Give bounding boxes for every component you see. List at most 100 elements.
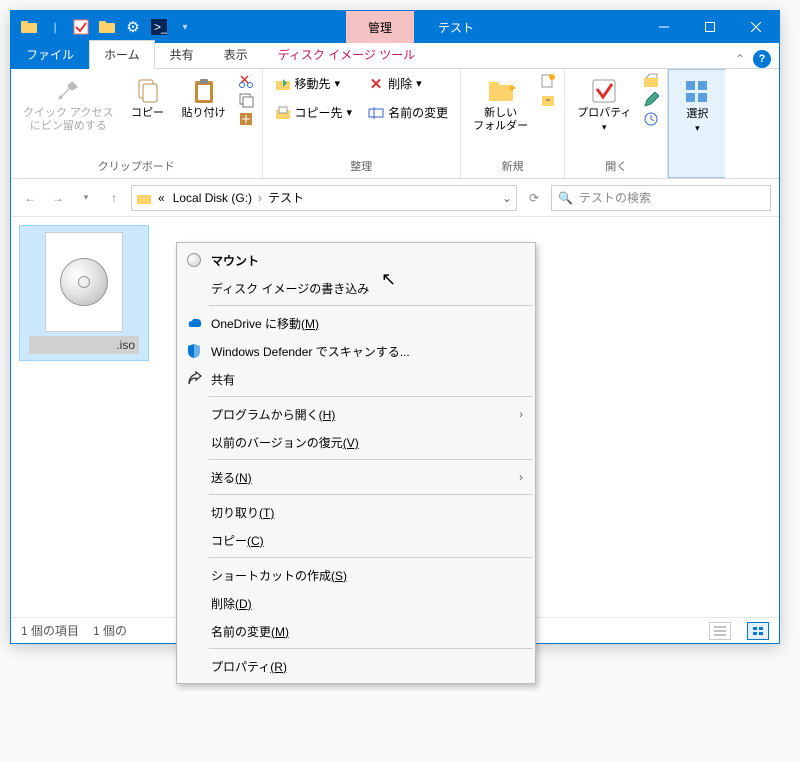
crumb-disk[interactable]: Local Disk (G:) xyxy=(171,191,254,205)
pin-button[interactable]: クイック アクセス にピン留めする xyxy=(19,73,118,137)
rename-icon xyxy=(368,105,384,121)
collapse-ribbon-icon[interactable]: ⌃ xyxy=(735,52,745,66)
quick-access-toolbar: | ⚙ >_ ▾ xyxy=(11,17,203,37)
cm-burn[interactable]: ディスク イメージの書き込み xyxy=(177,274,535,302)
address-dropdown-icon[interactable]: ⌄ xyxy=(502,191,512,205)
checkbox-icon[interactable] xyxy=(71,17,91,37)
minimize-button[interactable] xyxy=(641,11,687,43)
folder-icon xyxy=(19,17,39,37)
chevron-right-icon: › xyxy=(519,407,523,421)
open-icon[interactable] xyxy=(643,73,659,89)
file-item[interactable]: .iso xyxy=(19,225,149,361)
rename-button[interactable]: 名前の変更 xyxy=(364,102,452,123)
refresh-button[interactable]: ⟳ xyxy=(523,187,545,209)
context-menu: マウント ディスク イメージの書き込み OneDrive に移動(M) Wind… xyxy=(176,242,536,684)
cm-share[interactable]: 共有 xyxy=(177,365,535,393)
file-name: .iso xyxy=(29,336,139,354)
tab-share[interactable]: 共有 xyxy=(155,40,209,69)
status-selected: 1 個の xyxy=(93,622,127,639)
delete-button[interactable]: ✕削除 ▾ xyxy=(364,73,452,94)
file-list[interactable]: .iso マウント ディスク イメージの書き込み OneDrive に移動(M)… xyxy=(11,217,779,617)
cut-icon[interactable] xyxy=(238,73,254,89)
copy-path-icon[interactable] xyxy=(238,92,254,108)
group-label: 開く xyxy=(573,156,659,176)
ribbon-tabs: ファイル ホーム 共有 表示 ディスク イメージ ツール ⌃ ? xyxy=(11,43,779,69)
properties-button[interactable]: プロパティ ▾ xyxy=(573,73,635,137)
window-title: テスト xyxy=(414,19,498,36)
copy-button[interactable]: コピー xyxy=(126,73,170,124)
tab-disk-image-tools[interactable]: ディスク イメージ ツール xyxy=(263,40,431,69)
search-box[interactable]: 🔍 テストの検索 xyxy=(551,185,771,211)
address-box[interactable]: « Local Disk (G:) › テスト ⌄ xyxy=(131,185,517,211)
moveto-icon xyxy=(275,76,291,92)
up-button[interactable]: ↑ xyxy=(103,187,125,209)
properties-icon xyxy=(590,77,618,105)
qat-dropdown-icon[interactable]: ▾ xyxy=(175,17,195,37)
moveto-button[interactable]: 移動先 ▾ xyxy=(271,73,357,94)
recent-dropdown[interactable]: ▾ xyxy=(75,187,97,209)
new-folder-icon xyxy=(487,77,515,105)
group-label: 整理 xyxy=(271,156,453,176)
copyto-icon xyxy=(275,105,291,121)
cm-rename[interactable]: 名前の変更(M) xyxy=(177,617,535,645)
share-icon xyxy=(185,370,203,388)
cm-defender[interactable]: Windows Defender でスキャンする... xyxy=(177,337,535,365)
status-count: 1 個の項目 xyxy=(21,622,79,639)
paste-button[interactable]: 貼り付け xyxy=(178,73,230,124)
details-view-button[interactable] xyxy=(709,622,731,640)
select-button[interactable]: 選択 ▾ xyxy=(675,74,719,138)
cm-cut[interactable]: 切り取り(T) xyxy=(177,498,535,526)
copyto-button[interactable]: コピー先 ▾ xyxy=(271,102,357,123)
address-bar: ← → ▾ ↑ « Local Disk (G:) › テスト ⌄ ⟳ 🔍 テス… xyxy=(11,179,779,217)
disc-icon xyxy=(185,251,203,269)
history-icon[interactable] xyxy=(643,111,659,127)
iso-file-icon xyxy=(45,232,123,332)
new-folder-button[interactable]: 新しい フォルダー xyxy=(469,73,532,137)
context-tab-header: 管理 xyxy=(346,11,414,43)
cm-onedrive[interactable]: OneDrive に移動(M) xyxy=(177,309,535,337)
easy-access-icon[interactable] xyxy=(540,92,556,108)
cm-mount[interactable]: マウント xyxy=(177,246,535,274)
paste-shortcut-icon[interactable] xyxy=(238,111,254,127)
cm-delete[interactable]: 削除(D) xyxy=(177,589,535,617)
folder-icon[interactable] xyxy=(97,17,117,37)
cm-properties[interactable]: プロパティ(R) xyxy=(177,652,535,680)
help-icon[interactable]: ? xyxy=(753,50,771,68)
group-organize: 移動先 ▾ コピー先 ▾ ✕削除 ▾ 名前の変更 整理 xyxy=(263,69,462,178)
group-label: 新規 xyxy=(469,156,556,176)
cm-openwith[interactable]: プログラムから開く(H) › xyxy=(177,400,535,428)
delete-icon: ✕ xyxy=(368,76,384,92)
maximize-button[interactable] xyxy=(687,11,733,43)
forward-button[interactable]: → xyxy=(47,187,69,209)
close-button[interactable] xyxy=(733,11,779,43)
group-label: クリップボード xyxy=(19,156,254,176)
group-clipboard: クイック アクセス にピン留めする コピー 貼り付け クリップボード xyxy=(11,69,263,178)
crumb-separator: › xyxy=(258,191,262,205)
svg-text:>_: >_ xyxy=(154,20,167,34)
paste-icon xyxy=(190,77,218,105)
powershell-icon[interactable]: >_ xyxy=(149,17,169,37)
search-placeholder: テストの検索 xyxy=(579,189,651,206)
cursor-icon: ↖ xyxy=(381,269,396,290)
icons-view-button[interactable] xyxy=(747,622,769,640)
ribbon: クイック アクセス にピン留めする コピー 貼り付け クリップボード xyxy=(11,69,779,179)
cm-sendto[interactable]: 送る(N) › xyxy=(177,463,535,491)
tab-file[interactable]: ファイル xyxy=(11,40,89,69)
copy-icon xyxy=(134,77,162,105)
crumb-prefix: « xyxy=(156,191,167,205)
group-new: 新しい フォルダー 新規 xyxy=(461,69,565,178)
cm-shortcut[interactable]: ショートカットの作成(S) xyxy=(177,561,535,589)
gear-icon[interactable]: ⚙ xyxy=(123,17,143,37)
tab-home[interactable]: ホーム xyxy=(89,40,155,69)
back-button[interactable]: ← xyxy=(19,187,41,209)
cm-prevversions[interactable]: 以前のバージョンの復元(V) xyxy=(177,428,535,456)
search-icon: 🔍 xyxy=(558,191,573,205)
group-select: 選択 ▾ xyxy=(668,69,725,178)
cm-copy[interactable]: コピー(C) xyxy=(177,526,535,554)
qat-separator: | xyxy=(45,17,65,37)
edit-icon[interactable] xyxy=(643,92,659,108)
tab-view[interactable]: 表示 xyxy=(209,40,263,69)
group-open: プロパティ ▾ 開く xyxy=(565,69,668,178)
new-item-icon[interactable] xyxy=(540,73,556,89)
crumb-folder[interactable]: テスト xyxy=(266,189,306,206)
